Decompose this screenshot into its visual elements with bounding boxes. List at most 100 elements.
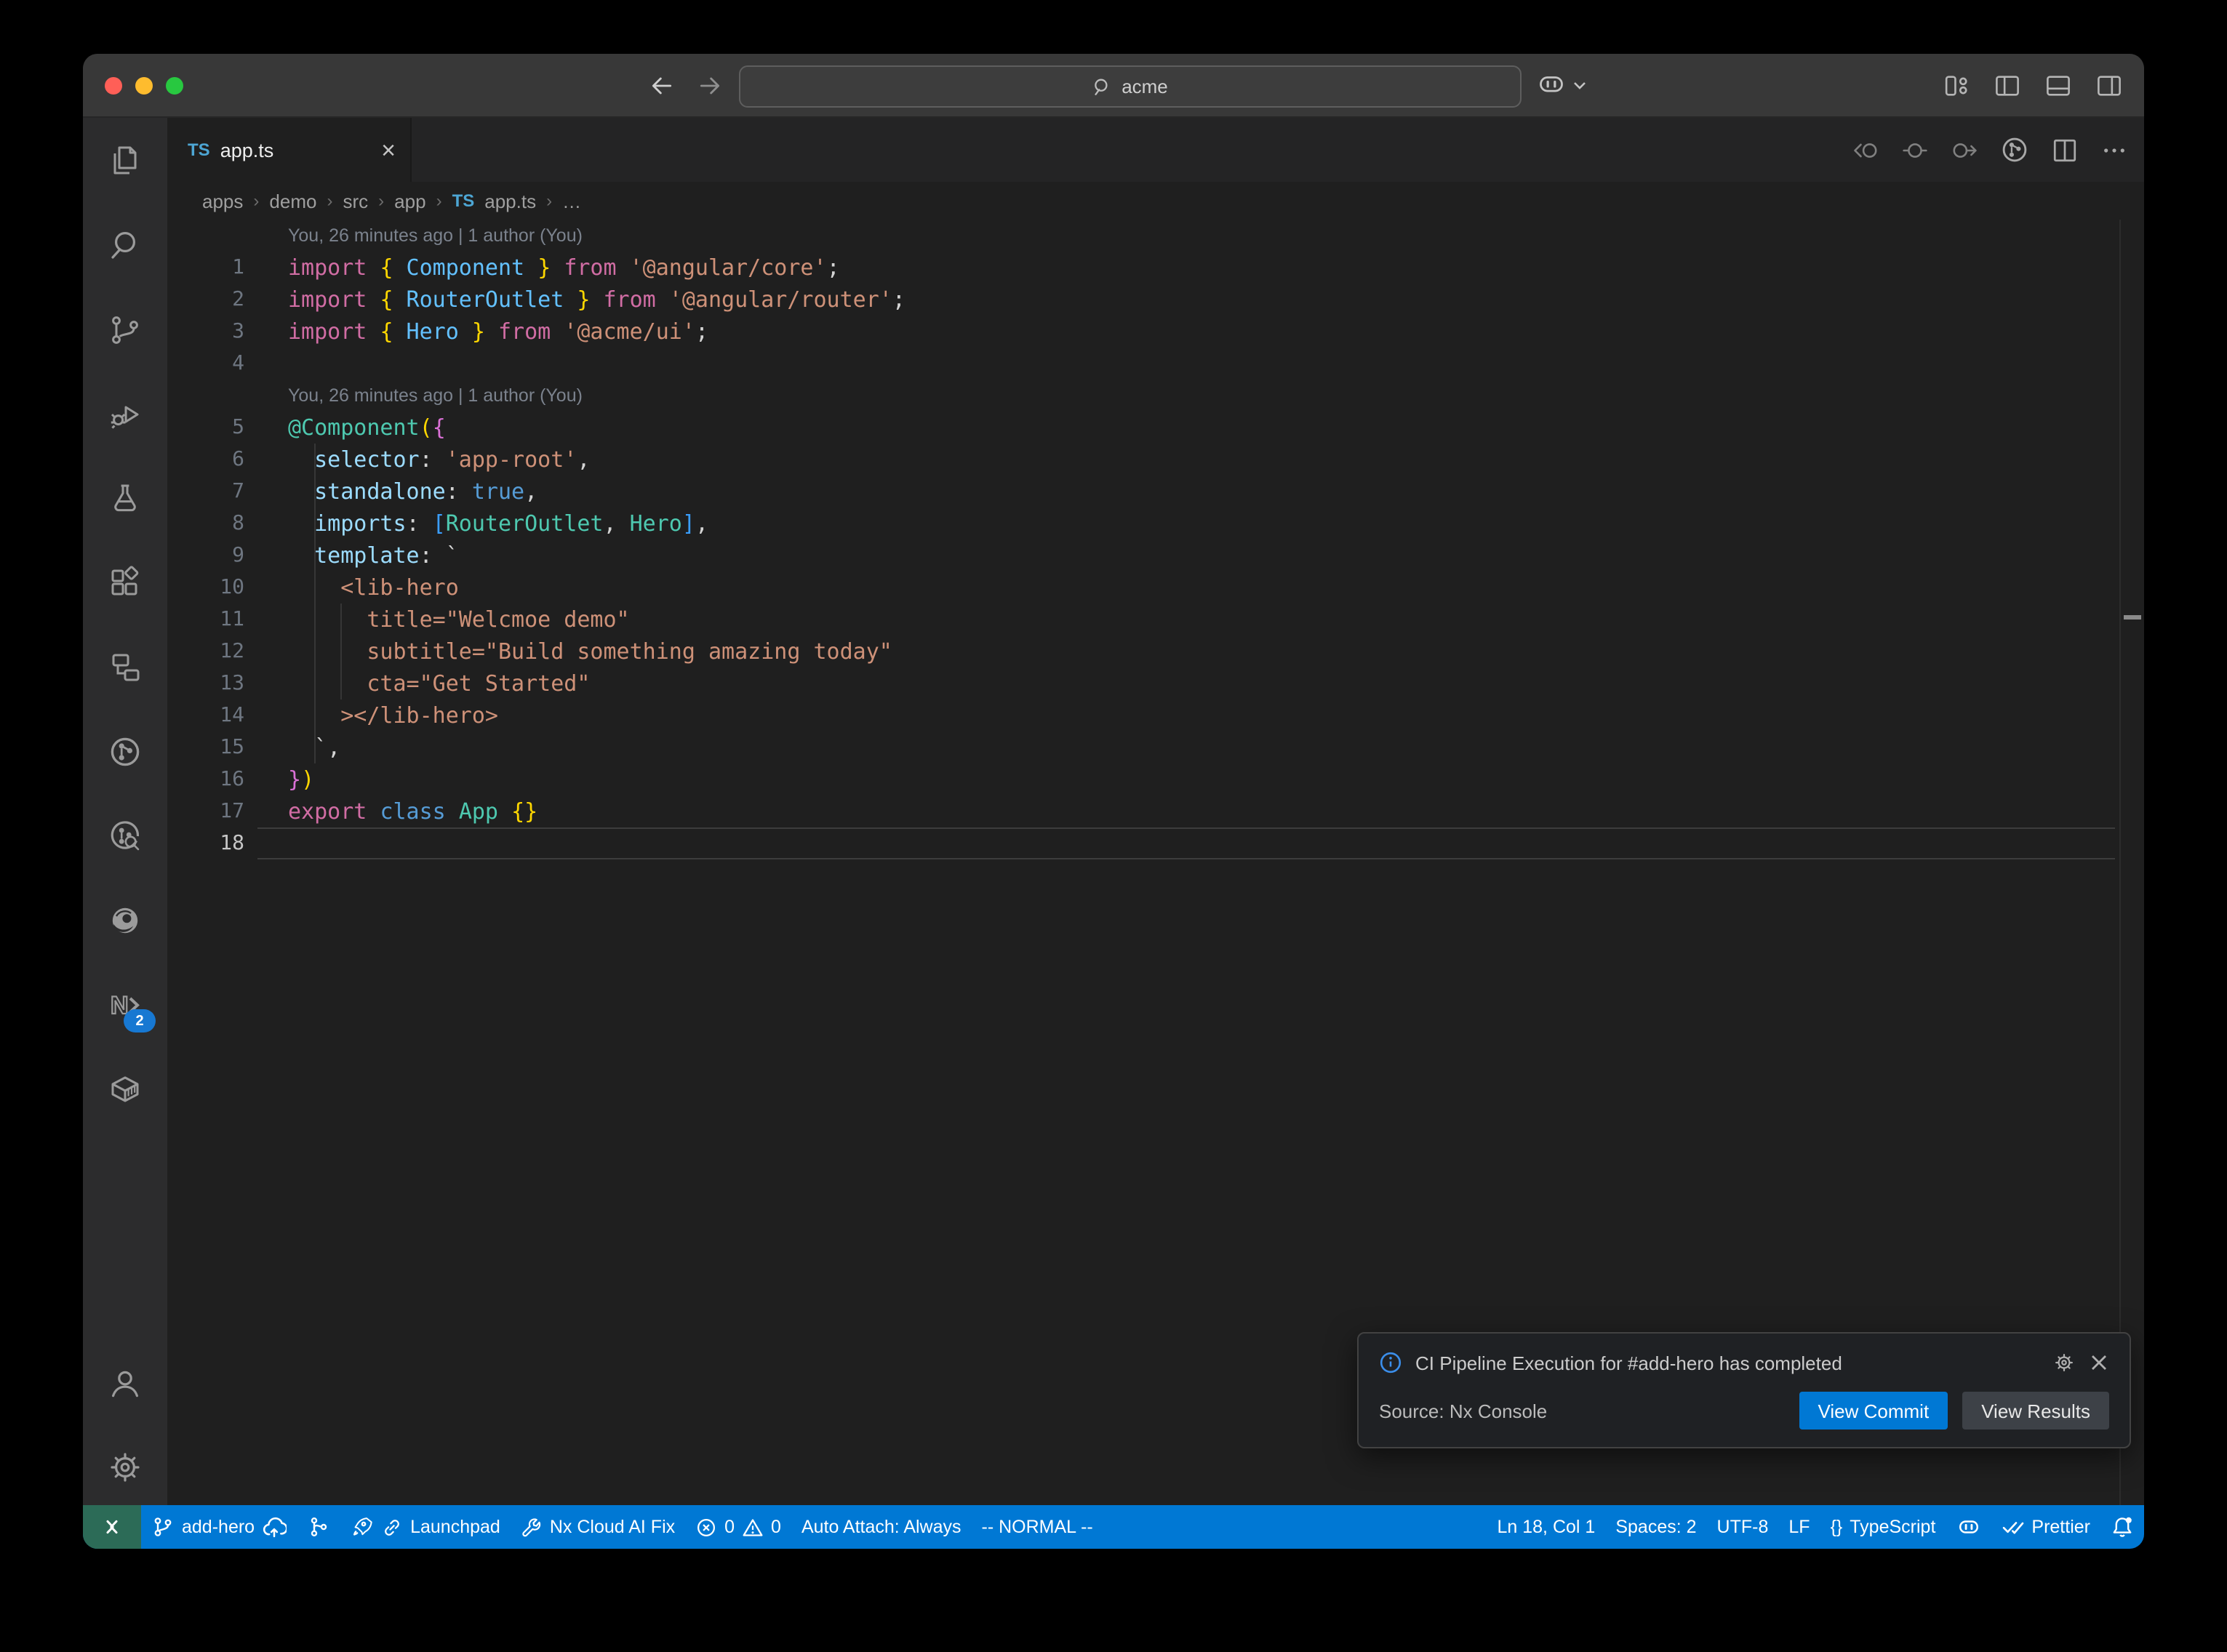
view-results-button[interactable]: View Results bbox=[1962, 1392, 2109, 1430]
warning-count: 0 bbox=[771, 1517, 781, 1537]
code-editor[interactable]: You, 26 minutes ago | 1 author (You)1imp… bbox=[167, 220, 2144, 1505]
arrow-right-icon bbox=[695, 71, 724, 100]
history-back-button[interactable] bbox=[647, 54, 676, 116]
open-change-icon[interactable] bbox=[1900, 135, 1930, 165]
explorer-icon[interactable] bbox=[105, 141, 145, 182]
indent-guide bbox=[314, 731, 316, 763]
line-number: 2 bbox=[167, 284, 244, 316]
chevron-right-icon: › bbox=[327, 191, 332, 211]
indentation-label: Spaces: 2 bbox=[1615, 1517, 1696, 1537]
maximize-window-button[interactable] bbox=[166, 76, 183, 94]
code-line: 10 <lib-hero bbox=[167, 572, 2144, 604]
copilot-status-item[interactable] bbox=[1946, 1505, 1991, 1549]
settings-gear-icon[interactable] bbox=[105, 1447, 145, 1488]
testing-icon[interactable] bbox=[105, 478, 145, 519]
notification-source: Source: Nx Console bbox=[1379, 1400, 1785, 1422]
search-icon bbox=[1092, 76, 1113, 97]
nx-console-icon[interactable]: N2 bbox=[105, 985, 145, 1025]
tab-app-ts[interactable]: TS app.ts × bbox=[167, 118, 412, 182]
toggle-panel-icon[interactable] bbox=[2044, 71, 2073, 100]
history-forward-button[interactable] bbox=[695, 54, 724, 116]
cursor-position-item[interactable]: Ln 18, Col 1 bbox=[1487, 1505, 1606, 1549]
language-mode-item[interactable]: {} TypeScript bbox=[1820, 1505, 1946, 1549]
next-change-icon[interactable] bbox=[1949, 135, 1980, 165]
edge-tools-icon[interactable] bbox=[105, 900, 145, 941]
source-control-icon[interactable] bbox=[105, 310, 145, 350]
hierarchy-icon[interactable] bbox=[105, 647, 145, 688]
breadcrumb-item[interactable]: src bbox=[343, 190, 368, 212]
breadcrumb-ellipsis[interactable]: … bbox=[562, 190, 581, 212]
extensions-icon[interactable] bbox=[105, 563, 145, 604]
nx-cloud-ai-fix-item[interactable]: Nx Cloud AI Fix bbox=[511, 1505, 685, 1549]
run-debug-icon[interactable] bbox=[105, 394, 145, 435]
split-editor-icon[interactable] bbox=[2050, 135, 2080, 165]
breadcrumb-item[interactable]: apps bbox=[202, 190, 243, 212]
launchpad-item[interactable]: Launchpad bbox=[340, 1505, 511, 1549]
code-line-content: <lib-hero bbox=[244, 572, 2144, 604]
git-blame-annotation: You, 26 minutes ago | 1 author (You) bbox=[244, 220, 2144, 252]
encoding-item[interactable]: UTF-8 bbox=[1707, 1505, 1779, 1549]
chevron-down-icon bbox=[1572, 78, 1587, 92]
copilot-icon bbox=[1536, 70, 1567, 100]
breadcrumb-file[interactable]: app.ts bbox=[484, 190, 536, 212]
commit-graph-icon bbox=[307, 1515, 330, 1539]
line-number: 7 bbox=[167, 476, 244, 508]
formatter-item[interactable]: Prettier bbox=[1991, 1505, 2100, 1549]
auto-attach-item[interactable]: Auto Attach: Always bbox=[791, 1505, 972, 1549]
notification-toast: CI Pipeline Execution for #add-hero has … bbox=[1357, 1332, 2131, 1448]
search-icon[interactable] bbox=[105, 225, 145, 266]
code-line: 3import { Hero } from '@acme/ui'; bbox=[167, 316, 2144, 348]
publish-cloud-icon bbox=[262, 1515, 287, 1539]
toggle-secondary-sidebar-icon[interactable] bbox=[2095, 71, 2124, 100]
indent-guide bbox=[314, 604, 316, 635]
code-line: 14 ></lib-hero> bbox=[167, 699, 2144, 731]
close-window-button[interactable] bbox=[105, 76, 122, 94]
errors-icon bbox=[695, 1516, 717, 1538]
close-tab-icon[interactable]: × bbox=[381, 137, 396, 162]
code-line-content bbox=[244, 348, 2144, 380]
breadcrumb-item[interactable]: app bbox=[394, 190, 425, 212]
source-control-graph-icon[interactable] bbox=[1999, 134, 2031, 166]
minimize-window-button[interactable] bbox=[135, 76, 153, 94]
gitlens-graph-icon[interactable] bbox=[105, 731, 145, 772]
code-area[interactable]: You, 26 minutes ago | 1 author (You)1imp… bbox=[167, 220, 2144, 859]
eol-item[interactable]: LF bbox=[1778, 1505, 1820, 1549]
breadcrumb-item[interactable]: demo bbox=[269, 190, 316, 212]
account-icon[interactable] bbox=[105, 1363, 145, 1403]
code-line-content: import { RouterOutlet } from '@angular/r… bbox=[244, 284, 2144, 316]
customize-layout-icon[interactable] bbox=[1942, 71, 1971, 100]
line-number: 10 bbox=[167, 572, 244, 604]
code-line: 5@Component({ bbox=[167, 412, 2144, 444]
notifications-bell-item[interactable] bbox=[2100, 1505, 2144, 1549]
info-icon bbox=[1379, 1351, 1402, 1374]
more-actions-icon[interactable] bbox=[2099, 135, 2130, 165]
notification-settings-gear-icon[interactable] bbox=[2052, 1351, 2076, 1374]
line-number: 14 bbox=[167, 699, 244, 731]
close-notification-icon[interactable] bbox=[2089, 1352, 2109, 1373]
line-number: 17 bbox=[167, 795, 244, 827]
code-line-content: `, bbox=[244, 731, 2144, 763]
code-line-content: export class App {} bbox=[244, 795, 2144, 827]
copilot-menu[interactable] bbox=[1536, 54, 1587, 116]
code-line: 2import { RouterOutlet } from '@angular/… bbox=[167, 284, 2144, 316]
remote-indicator[interactable] bbox=[83, 1505, 141, 1549]
line-number: 9 bbox=[167, 540, 244, 572]
toggle-primary-sidebar-icon[interactable] bbox=[1993, 71, 2022, 100]
chevron-right-icon: › bbox=[546, 191, 552, 211]
indentation-item[interactable]: Spaces: 2 bbox=[1605, 1505, 1706, 1549]
commit-graph-item[interactable] bbox=[297, 1505, 340, 1549]
problems-item[interactable]: 0 0 bbox=[685, 1505, 791, 1549]
launchpad-label: Launchpad bbox=[410, 1517, 500, 1537]
overview-ruler-mark bbox=[2124, 615, 2141, 620]
containers-icon[interactable] bbox=[105, 1069, 145, 1110]
indent-guide bbox=[340, 667, 342, 699]
command-center-search[interactable]: acme bbox=[739, 65, 1522, 108]
view-commit-button[interactable]: View Commit bbox=[1799, 1392, 1948, 1430]
previous-change-icon[interactable] bbox=[1850, 135, 1881, 165]
overview-ruler[interactable] bbox=[2119, 220, 2144, 1505]
code-line: 11 title="Welcmoe demo" bbox=[167, 604, 2144, 635]
gitlens-inspect-icon[interactable] bbox=[105, 816, 145, 857]
typescript-file-icon: TS bbox=[188, 140, 210, 160]
vim-mode-item[interactable]: -- NORMAL -- bbox=[972, 1505, 1103, 1549]
git-branch-item[interactable]: add-hero bbox=[141, 1505, 297, 1549]
